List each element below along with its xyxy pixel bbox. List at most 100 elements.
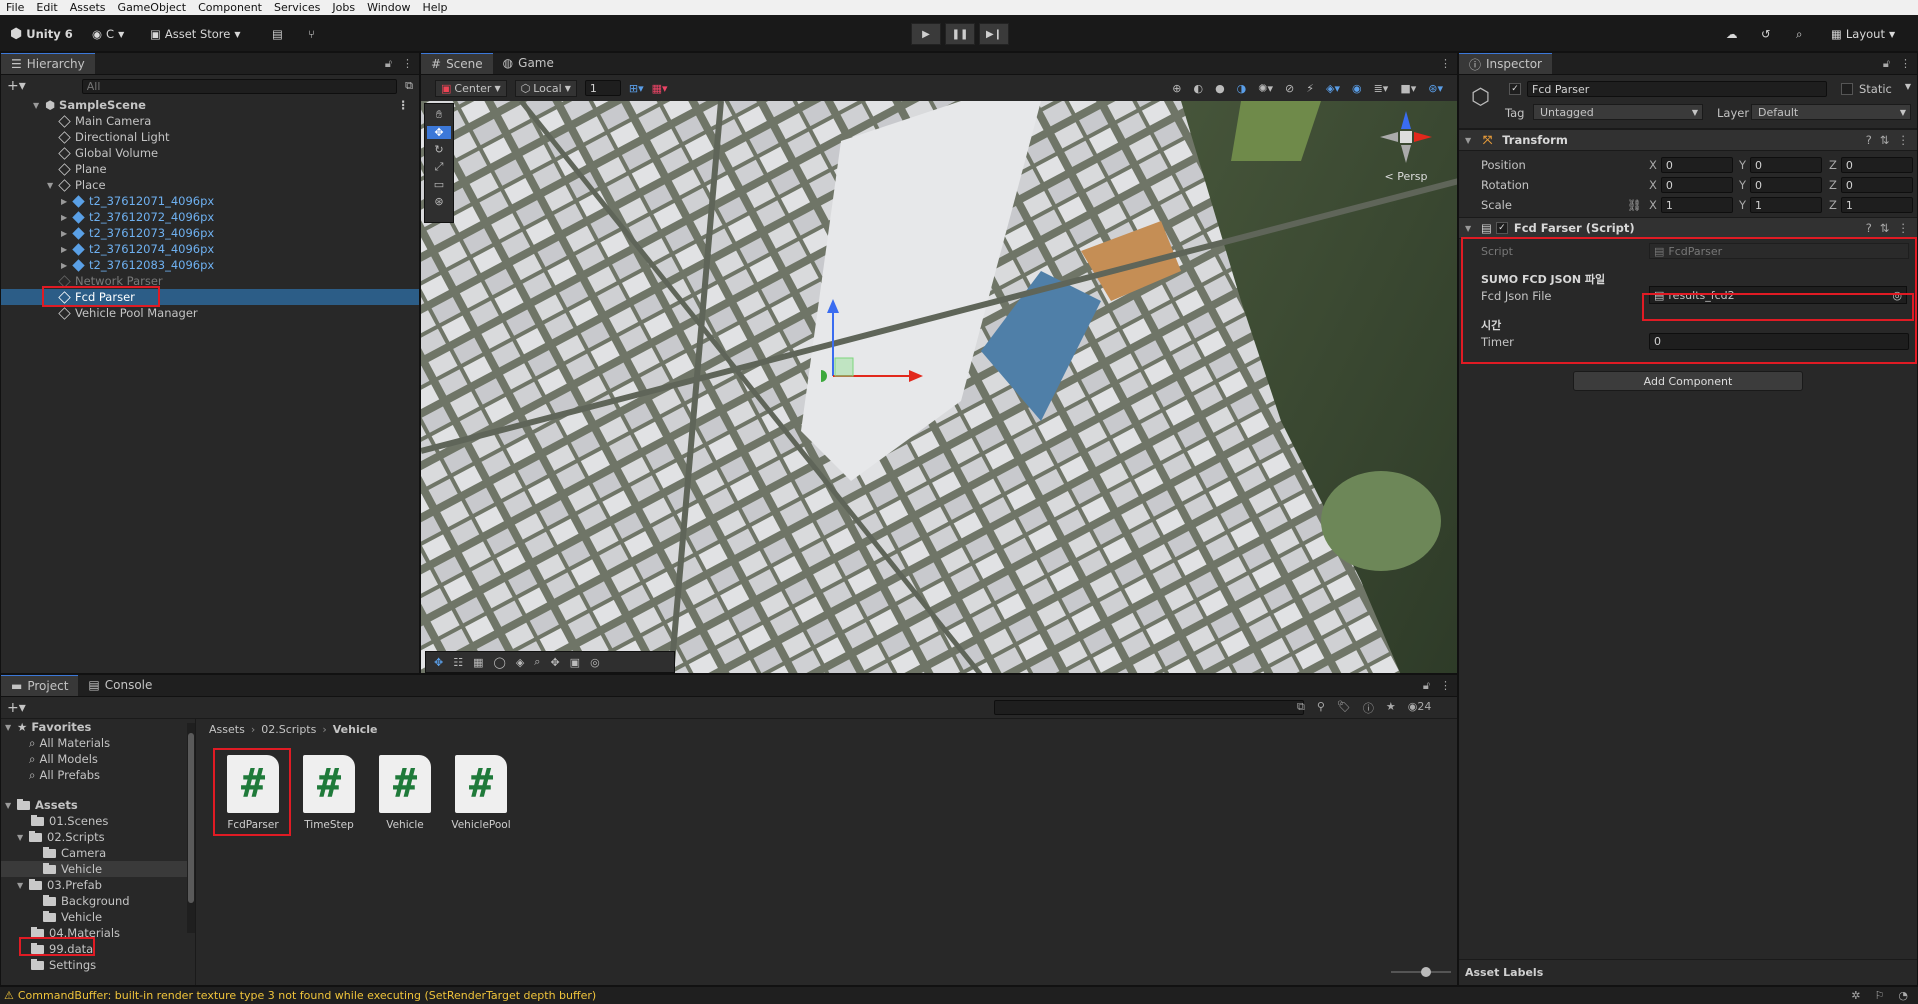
stack-icon[interactable]: ≣▾ [1374, 82, 1389, 95]
collab-icon[interactable]: ⚐ [1875, 989, 1885, 1002]
create-asset-button[interactable]: +▾ [7, 700, 26, 716]
tab-hierarchy[interactable]: ☰ Hierarchy [1, 53, 95, 74]
tab-project[interactable]: ▬ Project [1, 675, 79, 696]
asset-store-dropdown[interactable]: ▣ Asset Store ▼ [144, 23, 247, 45]
layers-icon[interactable]: ◈▾ [1326, 82, 1340, 95]
pivot-dropdown[interactable]: ▣ Center ▼ [435, 79, 507, 97]
move-gizmo[interactable] [821, 291, 941, 411]
list-item-selected[interactable]: Vehicle [1, 861, 195, 877]
asset-item[interactable]: # Vehicle [370, 755, 440, 831]
version-control-button[interactable]: ⑂ [302, 23, 321, 45]
layer-dropdown[interactable]: Default ▼ [1751, 104, 1911, 120]
list-item[interactable]: Camera [1, 845, 195, 861]
list-item[interactable]: Vehicle [1, 909, 195, 925]
history-button[interactable]: ↺ [1755, 23, 1777, 45]
list-item[interactable]: ▶ t2_37612071_4096px [1, 193, 419, 209]
more-icon[interactable]: ⋮ [402, 57, 413, 71]
list-item[interactable]: Global Volume [1, 145, 419, 161]
active-checkbox[interactable]: ✓ [1509, 83, 1521, 95]
step-button[interactable]: ▶❙ [979, 23, 1009, 45]
shading-lit-icon[interactable]: ◑ [1237, 82, 1247, 95]
hierarchy-search-input[interactable] [81, 78, 398, 94]
search-button[interactable]: ⌕ [1790, 23, 1808, 45]
preset-icon[interactable]: ⇅ [1880, 133, 1890, 147]
preset-icon[interactable]: ⇅ [1880, 221, 1890, 235]
search-options-icon[interactable]: ⧉ [405, 79, 413, 93]
scene-row[interactable]: ▼ ⬢ SampleScene ⋮ [1, 97, 419, 113]
scale-z-field[interactable] [1840, 197, 1913, 213]
asset-item[interactable]: # VehiclePool [446, 755, 516, 831]
list-item[interactable]: ▶ t2_37612083_4096px [1, 257, 419, 273]
layout-dropdown[interactable]: ▦ Layout ▼ [1825, 23, 1901, 45]
more-icon[interactable]: ⋮ [1900, 57, 1911, 71]
lighting-icon[interactable]: ✺▾ [1258, 82, 1273, 95]
script-component-header[interactable]: ▼ ▤ ✓ Fcd Farser (Script) ? ⇅ ⋮ [1459, 217, 1917, 239]
chevron-down-icon[interactable]: ▼ [1905, 82, 1911, 91]
link-icon[interactable]: ⛓ [1627, 198, 1642, 212]
menu-edit[interactable]: Edit [36, 1, 57, 14]
icon-size-slider[interactable] [1391, 967, 1451, 977]
static-checkbox[interactable] [1841, 83, 1853, 95]
filter-icon[interactable]: ⚲ [1317, 700, 1325, 716]
menu-help[interactable]: Help [422, 1, 447, 14]
global-icon[interactable]: ⊕ [1172, 82, 1181, 95]
more-icon[interactable]: ⋮ [1898, 221, 1910, 235]
compass-icon[interactable]: ◎ [590, 656, 600, 669]
expand-icon[interactable]: ▼ [17, 833, 29, 842]
list-item[interactable]: Settings [1, 957, 195, 973]
list-item[interactable]: ▶ t2_37612074_4096px [1, 241, 419, 257]
error-filter-icon[interactable]: ⓘ [1363, 700, 1374, 716]
tab-console[interactable]: ▤ Console [78, 675, 162, 696]
list-item[interactable]: 01.Scenes [1, 813, 195, 829]
menu-jobs[interactable]: Jobs [332, 1, 355, 14]
star-icon[interactable]: ★ [1386, 700, 1396, 716]
list-item[interactable]: ⌕ All Models [1, 751, 195, 767]
position-y-field[interactable] [1750, 157, 1823, 173]
list-item[interactable]: Directional Light [1, 129, 419, 145]
more-icon[interactable]: ⋮ [1440, 679, 1451, 693]
unity-menu-button[interactable]: ⬢ Unity 6 [4, 23, 79, 45]
more-icon[interactable]: ⋮ [1898, 133, 1910, 147]
orientation-gizmo[interactable]: < Persp [1371, 107, 1441, 197]
help-icon[interactable]: ? [1866, 133, 1872, 147]
menu-window[interactable]: Window [367, 1, 410, 14]
add-component-button[interactable]: Add Component [1573, 371, 1803, 391]
position-x-field[interactable] [1660, 157, 1733, 173]
list-item[interactable]: ▶ t2_37612072_4096px [1, 209, 419, 225]
asset-item[interactable]: # TimeStep [294, 755, 364, 831]
move-snap-icon[interactable]: ✥ [434, 656, 443, 669]
label-icon[interactable]: 🏷︎ [1337, 700, 1351, 716]
visibility-icon[interactable]: ◉ [1352, 82, 1362, 95]
rotation-y-field[interactable] [1750, 177, 1823, 193]
tab-inspector[interactable]: ⓘ Inspector [1459, 53, 1552, 74]
menu-file[interactable]: File [6, 1, 24, 14]
audio-mute-icon[interactable]: ⊘ [1285, 82, 1294, 95]
expand-icon[interactable]: ▼ [5, 801, 17, 810]
gizmos-icon[interactable]: ⊛▾ [1428, 82, 1443, 95]
list-item[interactable]: ▼ Place [1, 177, 419, 193]
list-item[interactable]: Vehicle Pool Manager [1, 305, 419, 321]
expand-icon[interactable]: ▼ [1465, 136, 1477, 145]
pan-icon[interactable]: ✥ [550, 656, 559, 669]
camera-view-icon[interactable]: ▣ [570, 656, 580, 669]
scale-tool-icon[interactable]: ⤢ [435, 160, 444, 174]
package-manager-button[interactable]: ▤ [266, 23, 289, 45]
snap-grid-icon[interactable]: ⊞▾ [629, 82, 644, 95]
account-dropdown[interactable]: ◉ C ▼ [86, 23, 130, 45]
lock-icon[interactable]: 🔓︎ [1423, 679, 1430, 693]
progress-icon[interactable]: ◔ [1898, 989, 1908, 1002]
expand-icon[interactable]: ▼ [17, 881, 29, 890]
visibility-count-icon[interactable]: ◉24 [1408, 700, 1432, 716]
list-item[interactable]: Background [1, 893, 195, 909]
list-item[interactable]: Main Camera [1, 113, 419, 129]
space-dropdown[interactable]: ⬡ Local ▼ [514, 79, 577, 97]
hand-tool-icon[interactable]: ✋︎ [436, 108, 442, 122]
persp-label[interactable]: < Persp [1371, 170, 1441, 183]
rotation-z-field[interactable] [1840, 177, 1913, 193]
scale-y-field[interactable] [1750, 197, 1823, 213]
layers-icon[interactable]: ◈ [516, 656, 524, 669]
sphere-icon[interactable]: ◯ [494, 656, 506, 669]
list-item[interactable]: ▶ t2_37612073_4096px [1, 225, 419, 241]
folder-tree-scrollbar[interactable] [187, 723, 195, 933]
transform-header[interactable]: ▼ ⤧ Transform ? ⇅ ⋮ [1459, 129, 1917, 151]
